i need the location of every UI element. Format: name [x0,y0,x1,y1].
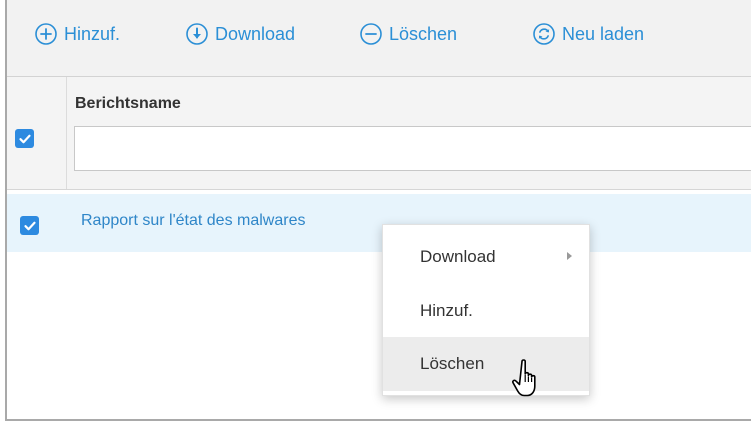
hand-pointer-cursor-icon [512,359,536,397]
context-menu-item-download[interactable]: Download [383,230,589,284]
submenu-arrow-icon [567,252,572,260]
download-button[interactable]: Download [185,20,295,48]
context-menu-item-label: Download [420,247,496,266]
arrow-down-circle-icon [186,23,208,45]
download-button-label: Download [215,23,296,44]
context-menu: Download Hinzuf. Löschen [382,224,590,396]
report-panel: Hinzuf. Download Löschen Neu laden Beric… [5,0,751,421]
checkmark-icon [23,221,36,230]
report-name-link[interactable]: Rapport sur l'état des malwares [81,212,305,230]
column-header-report-name[interactable]: Berichtsname [75,95,181,113]
column-divider [66,77,67,189]
minus-circle-icon [360,23,382,45]
context-menu-item-add[interactable]: Hinzuf. [383,284,589,338]
checkmark-icon [18,134,31,143]
reload-button[interactable]: Neu laden [532,20,644,48]
context-menu-item-label: Löschen [420,354,485,373]
reload-button-label: Neu laden [562,23,645,44]
plus-circle-icon [35,23,57,45]
select-all-checkbox[interactable] [15,129,34,148]
context-menu-item-delete[interactable]: Löschen [383,337,589,391]
delete-button-label: Löschen [389,23,458,44]
table-header: Berichtsname [7,77,751,190]
add-button-label: Hinzuf. [64,23,121,44]
refresh-circle-icon [533,23,555,45]
delete-button[interactable]: Löschen [359,20,457,48]
toolbar: Hinzuf. Download Löschen Neu laden [7,0,751,77]
table-row[interactable]: Rapport sur l'état des malwares [7,194,751,252]
add-button[interactable]: Hinzuf. [34,20,120,48]
report-name-filter-input[interactable] [74,126,751,171]
context-menu-item-label: Hinzuf. [420,301,473,320]
row-checkbox[interactable] [20,216,39,235]
